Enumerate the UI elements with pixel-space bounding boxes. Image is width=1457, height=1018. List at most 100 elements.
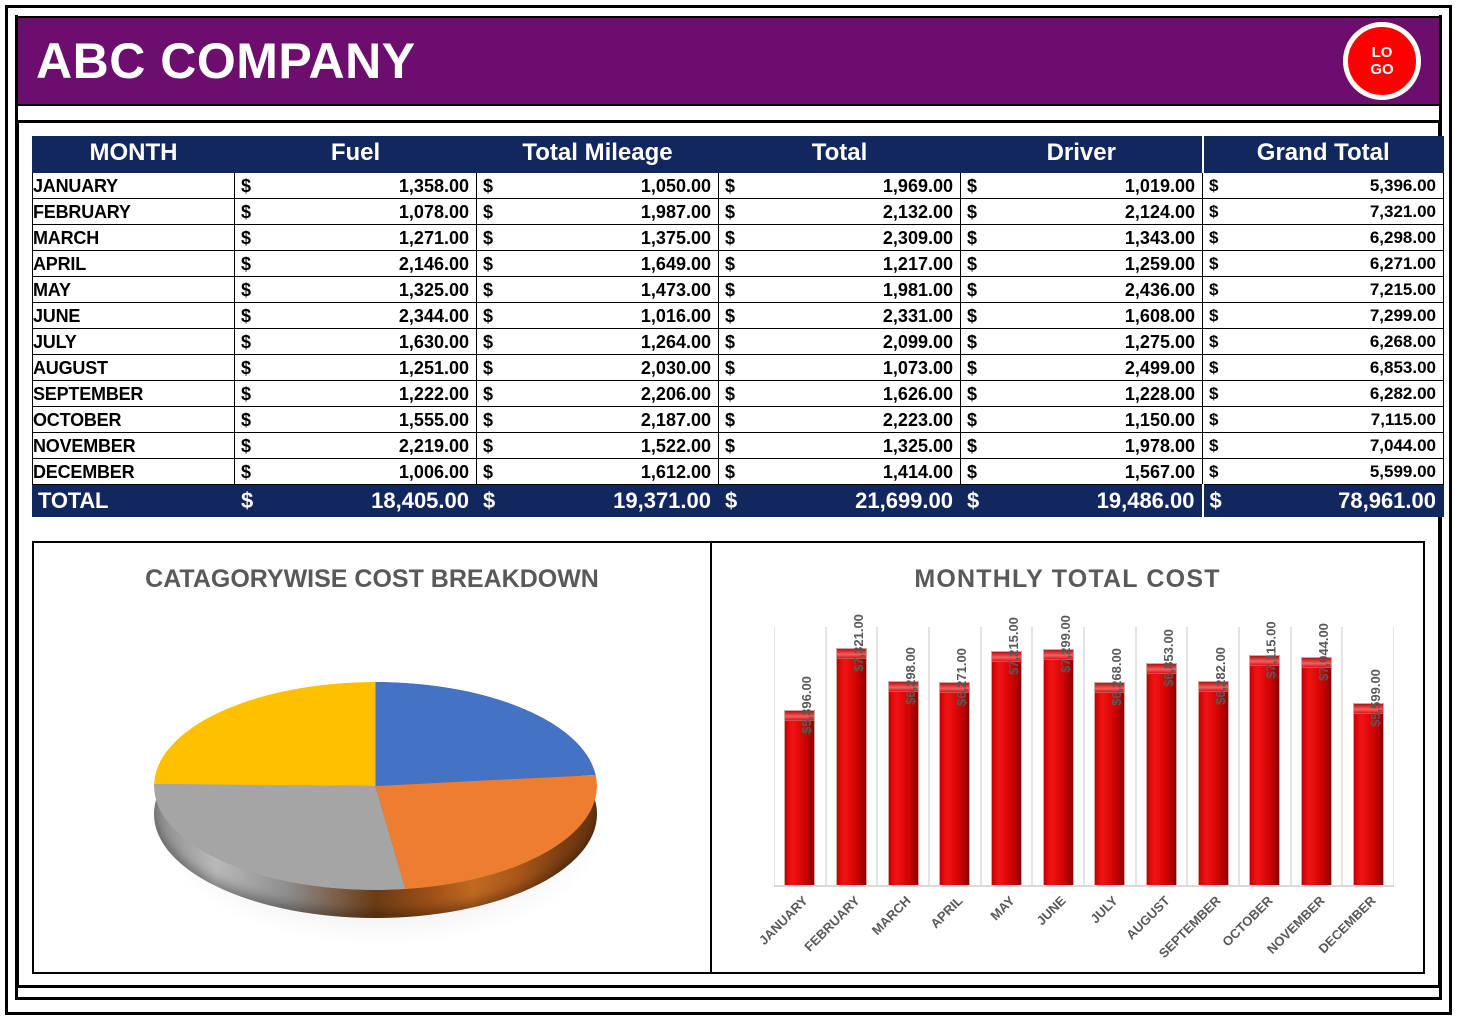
pie-chart-graphic [152, 648, 607, 948]
currency-symbol: $ [241, 461, 252, 482]
currency-symbol: $ [725, 305, 736, 326]
bar-column[interactable]: $7,299.00 [1043, 615, 1073, 885]
currency-symbol: $ [1209, 202, 1219, 221]
bar-column[interactable]: $6,271.00 [940, 648, 970, 885]
cell-amount: 1,217.00 [882, 253, 953, 274]
table-row: JULY $1,630.00 $1,264.00 $2,099.00 $1,275.00… [32, 328, 1444, 355]
currency-symbol: $ [725, 461, 736, 482]
table-row: APRIL $2,146.00 $1,649.00 $1,217.00 $1,259.0… [32, 250, 1444, 277]
cell-amount: 7,215.00 [1369, 280, 1436, 299]
currency-symbol: $ [241, 201, 252, 222]
bar-column[interactable]: $6,268.00 [1095, 648, 1125, 885]
cell-amount: 1,078.00 [398, 201, 469, 222]
cell-amount: 78,961.00 [1338, 487, 1436, 513]
cell-grand-total: $7,215.00 [1202, 276, 1444, 303]
cell-total-grand: $78,961.00 [1201, 484, 1444, 517]
cell-fuel: $1,555.00 [234, 406, 477, 433]
cell-mileage: $1,264.00 [476, 328, 719, 355]
bar-slot: $7,215.00 [980, 617, 1033, 885]
cell-amount: 7,115.00 [1370, 410, 1436, 429]
bar-column[interactable]: $7,115.00 [1250, 621, 1280, 885]
cell-grand-total: $7,321.00 [1202, 198, 1444, 225]
fleet-cost-table-wrapper: MONTH Fuel Total Mileage Total Driver Gr… [32, 136, 1444, 517]
currency-symbol: $ [483, 253, 494, 274]
currency-symbol: $ [483, 461, 494, 482]
cell-amount: 2,309.00 [882, 227, 953, 248]
currency-symbol: $ [483, 409, 494, 430]
bar-column[interactable]: $6,853.00 [1147, 629, 1177, 885]
bar-column[interactable]: $7,044.00 [1302, 623, 1332, 885]
cell-driver: $1,567.00 [960, 458, 1203, 485]
cell-amount: 1,649.00 [640, 253, 711, 274]
cell-amount: 1,050.00 [640, 175, 711, 196]
cell-amount: 1,981.00 [882, 279, 953, 300]
bar-column[interactable]: $6,298.00 [888, 647, 918, 885]
bar-column[interactable]: $7,321.00 [837, 614, 866, 885]
x-axis-label: JULY [1087, 893, 1121, 927]
cell-grand-total: $5,396.00 [1202, 172, 1444, 199]
currency-symbol: $ [967, 331, 978, 352]
cell-amount: 6,298.00 [1369, 228, 1436, 247]
cell-amount: 1,264.00 [640, 331, 711, 352]
cell-total: $1,217.00 [718, 250, 961, 277]
cell-fuel: $1,358.00 [234, 172, 477, 199]
cell-amount: 1,608.00 [1124, 305, 1195, 326]
cell-amount: 1,006.00 [398, 461, 469, 482]
cell-driver: $1,019.00 [960, 172, 1203, 199]
cell-month: AUGUST [32, 354, 235, 381]
cell-amount: 2,187.00 [640, 409, 711, 430]
pie-3d-top [154, 682, 597, 890]
bar-value-label: $7,299.00 [1057, 614, 1073, 673]
cell-fuel: $1,325.00 [234, 276, 477, 303]
cell-amount: 21,699.00 [855, 487, 953, 513]
cell-fuel: $2,146.00 [234, 250, 477, 277]
bar-slot: $5,396.00 [774, 627, 826, 885]
bar-column[interactable]: $6,282.00 [1198, 647, 1228, 885]
cell-mileage: $1,612.00 [476, 458, 719, 485]
cell-driver: $1,343.00 [960, 224, 1203, 251]
currency-symbol: $ [483, 279, 494, 300]
currency-symbol: $ [967, 435, 978, 456]
currency-symbol: $ [725, 409, 736, 430]
cell-total-mileage: $19,371.00 [476, 484, 719, 517]
cell-amount: 19,486.00 [1096, 487, 1195, 513]
cell-month: DECEMBER [32, 458, 235, 485]
bar-column[interactable]: $5,599.00 [1353, 670, 1383, 885]
cell-amount: 1,358.00 [398, 175, 469, 196]
currency-symbol: $ [483, 383, 494, 404]
cell-amount: 1,414.00 [882, 461, 953, 482]
table-row: JANUARY $1,358.00 $1,050.00 $1,969.00 $1,019… [32, 172, 1444, 199]
currency-symbol: $ [967, 487, 980, 513]
currency-symbol: $ [241, 227, 252, 248]
cell-amount: 19,371.00 [613, 487, 711, 513]
bar-column[interactable]: $5,396.00 [785, 676, 815, 885]
bar-column[interactable]: $7,215.00 [992, 617, 1022, 885]
cell-driver: $1,228.00 [960, 380, 1203, 407]
currency-symbol: $ [241, 253, 252, 274]
bar-slot: $6,298.00 [877, 627, 930, 885]
table-row: MAY $1,325.00 $1,473.00 $1,981.00 $2,436.00 $… [32, 276, 1444, 303]
logo-line-1: LO [1371, 43, 1393, 61]
cell-amount: 1,978.00 [1124, 435, 1195, 456]
cell-amount: 2,499.00 [1124, 357, 1195, 378]
cell-mileage: $1,473.00 [476, 276, 719, 303]
cell-amount: 1,271.00 [398, 227, 469, 248]
x-axis-label: MAY [986, 893, 1018, 924]
cell-mileage: $2,206.00 [476, 380, 719, 407]
cell-amount: 7,044.00 [1369, 436, 1436, 455]
currency-symbol: $ [1209, 254, 1219, 273]
table-row: MARCH $1,271.00 $1,375.00 $2,309.00 $1,343.0… [32, 224, 1444, 251]
cell-driver: $2,124.00 [960, 198, 1203, 225]
currency-symbol: $ [483, 175, 494, 196]
cell-total: $1,325.00 [718, 432, 961, 459]
bar-value-label: $7,044.00 [1315, 622, 1331, 681]
cell-grand-total: $6,298.00 [1202, 224, 1444, 251]
cell-amount: 1,375.00 [640, 227, 711, 248]
logo-line-2: GO [1370, 61, 1394, 78]
column-header-driver: Driver [960, 136, 1203, 173]
currency-symbol: $ [241, 435, 252, 456]
cell-total-fuel: $18,405.00 [234, 484, 477, 517]
currency-symbol: $ [967, 279, 978, 300]
bar-chart-x-axis [774, 885, 1394, 887]
bar-value-label: $7,115.00 [1263, 620, 1279, 679]
